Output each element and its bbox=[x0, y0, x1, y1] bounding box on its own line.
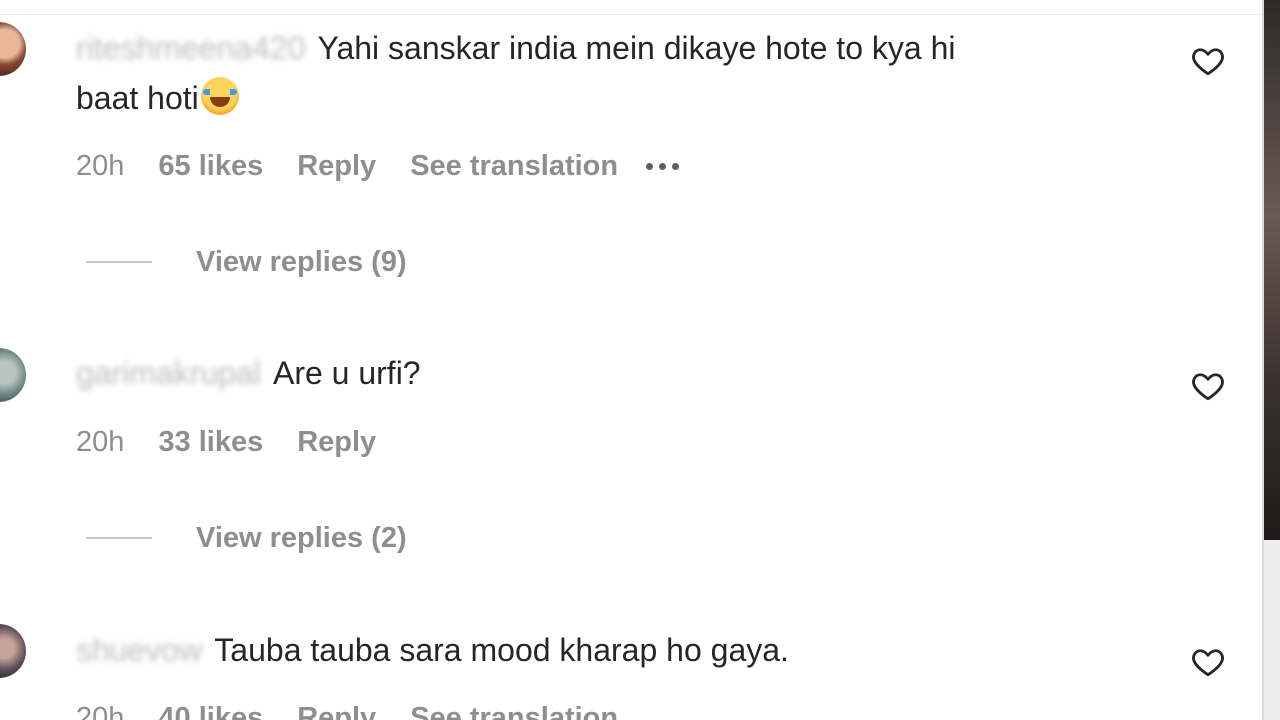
post-image bbox=[1264, 0, 1280, 540]
more-options-icon[interactable] bbox=[646, 162, 680, 170]
reply-button[interactable]: Reply bbox=[297, 426, 376, 459]
comment-meta: 20h 40 likes Reply See translation bbox=[76, 698, 652, 720]
comment-username[interactable]: shuevow bbox=[76, 632, 202, 668]
view-replies-label: View replies (9) bbox=[196, 245, 407, 278]
comment-username[interactable]: garimakrupal bbox=[76, 355, 261, 391]
laughing-emoji-icon bbox=[200, 77, 239, 115]
avatar[interactable] bbox=[0, 348, 26, 402]
comment-body: shuevow Tauba tauba sara mood kharap ho g… bbox=[76, 625, 1156, 675]
see-translation-button[interactable]: See translation bbox=[410, 702, 618, 720]
comment-text: Yahi sanskar india mein dikaye hote to k… bbox=[317, 30, 956, 66]
replies-divider-line bbox=[86, 537, 152, 539]
likes-count[interactable]: 40 likes bbox=[158, 702, 263, 720]
post-image-edge bbox=[1262, 0, 1280, 720]
comment-time: 20h bbox=[76, 425, 125, 458]
comment-body: riteshmeena420 Yahi sanskar india mein di… bbox=[76, 23, 1156, 123]
view-replies-button[interactable]: View replies (9) bbox=[86, 242, 407, 282]
reply-button[interactable]: Reply bbox=[297, 702, 376, 720]
heart-icon[interactable] bbox=[1190, 43, 1226, 79]
comments-panel: riteshmeena420 Yahi sanskar india mein di… bbox=[0, 0, 1280, 720]
comment-text-line2: baat hoti bbox=[76, 80, 199, 116]
likes-count[interactable]: 33 likes bbox=[158, 426, 263, 459]
comment-text: Are u urfi? bbox=[272, 355, 421, 391]
comment-username[interactable]: riteshmeena420 bbox=[76, 30, 305, 66]
replies-divider-line bbox=[86, 261, 152, 263]
reply-button[interactable]: Reply bbox=[297, 150, 376, 183]
heart-icon[interactable] bbox=[1190, 644, 1226, 680]
see-translation-button[interactable]: See translation bbox=[410, 150, 618, 183]
comment-body: garimakrupal Are u urfi? bbox=[76, 348, 1156, 398]
comment-meta: 20h 33 likes Reply bbox=[76, 422, 410, 462]
comment-text: Tauba tauba sara mood kharap ho gaya. bbox=[214, 632, 789, 668]
comment-time: 20h bbox=[76, 149, 125, 182]
comment-meta: 20h 65 likes Reply See translation bbox=[76, 146, 713, 186]
view-replies-label: View replies (2) bbox=[196, 521, 407, 554]
divider bbox=[0, 14, 1262, 15]
avatar[interactable] bbox=[0, 624, 26, 678]
likes-count[interactable]: 65 likes bbox=[158, 150, 263, 183]
heart-icon[interactable] bbox=[1190, 368, 1226, 404]
avatar[interactable] bbox=[0, 22, 26, 76]
comment-time: 20h bbox=[76, 701, 125, 720]
view-replies-button[interactable]: View replies (2) bbox=[86, 518, 407, 558]
